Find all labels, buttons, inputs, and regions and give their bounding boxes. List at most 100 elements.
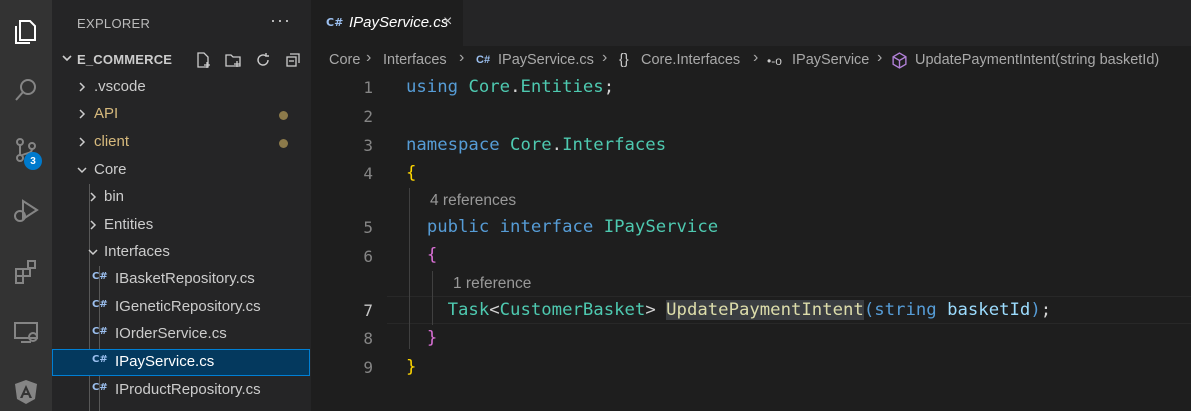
codelens-references[interactable]: 4 references: [430, 192, 516, 210]
breadcrumb-item[interactable]: Core.Interfaces: [641, 52, 740, 68]
explorer-sidebar: EXPLORER ··· E_COMMERCE .vscode API clie…: [52, 0, 311, 411]
breadcrumb-item[interactable]: Interfaces: [383, 52, 447, 68]
tree-item-iorderservice[interactable]: C# IOrderService.cs: [52, 321, 310, 348]
code-line-9[interactable]: }: [406, 357, 416, 377]
chevron-down-icon: [88, 249, 98, 256]
keyword: using: [406, 77, 459, 97]
csharp-file-icon: C#: [92, 271, 108, 282]
extensions-icon[interactable]: [0, 248, 52, 296]
line-number: 8: [363, 329, 373, 348]
tree-item-api[interactable]: API: [52, 101, 310, 128]
line-number: 9: [363, 358, 373, 377]
line-number: 3: [363, 136, 373, 155]
tree-item-igeneticrepository[interactable]: C# IGeneticRepository.cs: [52, 294, 310, 321]
punctuation: ;: [603, 77, 615, 97]
breadcrumb-item[interactable]: UpdatePaymentIntent(string basketId): [915, 52, 1159, 68]
brace: }: [426, 328, 438, 348]
interface-icon: •-o: [767, 54, 782, 68]
chevron-down-icon: [62, 55, 72, 62]
code-line-5[interactable]: public interface IPayService: [406, 217, 718, 237]
more-actions-icon[interactable]: ···: [270, 10, 291, 31]
csharp-file-icon: C#: [92, 354, 108, 365]
angular-icon[interactable]: [0, 368, 52, 411]
tree-item-interfaces[interactable]: Interfaces: [52, 239, 310, 266]
punctuation: >: [645, 300, 656, 320]
tree-item-label: bin: [104, 188, 125, 205]
paren: (: [863, 300, 875, 320]
keyword: public: [426, 217, 490, 237]
namespace-icon: {}: [619, 52, 629, 68]
tree-item-label: API: [94, 105, 119, 122]
code-line-7[interactable]: Task<CustomerBasket> UpdatePaymentIntent…: [406, 300, 1051, 320]
code-line-6[interactable]: {: [406, 245, 437, 265]
namespace-token: Core: [468, 77, 511, 97]
close-icon[interactable]: ×: [443, 13, 452, 31]
tree-item-label: Core: [94, 161, 127, 178]
csharp-file-icon: C#: [92, 299, 108, 310]
new-file-icon[interactable]: [192, 49, 214, 71]
line-number: 4: [363, 164, 373, 183]
csharp-file-icon: C#: [92, 382, 108, 393]
chevron-right-icon: [90, 220, 97, 230]
chevron-right-icon: ›: [877, 49, 883, 66]
code-line-3[interactable]: namespace Core.Interfaces: [406, 135, 666, 155]
chevron-right-icon: [79, 109, 86, 119]
indent-guide: [409, 188, 410, 349]
explorer-icon[interactable]: [0, 8, 52, 56]
search-icon[interactable]: [0, 66, 52, 114]
method-name: UpdatePaymentIntent: [666, 300, 864, 320]
tree-item-label: Interfaces: [104, 243, 170, 260]
csharp-file-icon: C#: [326, 16, 344, 29]
method-cube-icon: [892, 52, 907, 69]
csharp-file-icon: C#: [476, 54, 491, 66]
collapse-all-icon[interactable]: [282, 49, 304, 71]
tree-item-label: IProductRepository.cs: [115, 381, 261, 398]
modified-dot: [279, 139, 288, 148]
line-number: 2: [363, 107, 373, 126]
remote-explorer-icon[interactable]: [0, 308, 52, 356]
breadcrumb-item[interactable]: IPayService.cs: [498, 52, 594, 68]
activity-bar: 3: [0, 0, 52, 411]
tree-item-label: .vscode: [94, 78, 146, 95]
tree-item-ibasketrepository[interactable]: C# IBasketRepository.cs: [52, 266, 310, 293]
tree-item-label: Entities: [104, 216, 154, 233]
tree-item-iproductrepository[interactable]: C# IProductRepository.cs: [52, 377, 310, 404]
tab-ipayservice[interactable]: C# IPayService.cs ×: [311, 0, 463, 46]
code-line-8[interactable]: }: [406, 328, 437, 348]
line-number: 5: [363, 218, 373, 237]
codelens-references[interactable]: 1 reference: [453, 275, 531, 293]
code-line-1[interactable]: using Core.Entities;: [406, 77, 614, 97]
refresh-icon[interactable]: [252, 49, 274, 71]
punctuation: <: [489, 300, 500, 320]
tree-item-bin[interactable]: bin: [52, 184, 310, 211]
tree-item-label: IBasketRepository.cs: [115, 270, 255, 287]
keyword: namespace: [406, 135, 500, 155]
parameter-name: basketId: [947, 300, 1031, 320]
tree-item-ipayservice[interactable]: C# IPayService.cs: [52, 349, 310, 376]
type-name: CustomerBasket: [499, 300, 646, 320]
breadcrumb: Core › Interfaces › C# IPayService.cs › …: [311, 46, 1191, 74]
tree-item-vscode[interactable]: .vscode: [52, 74, 310, 101]
modified-dot: [279, 111, 288, 120]
sidebar-title: EXPLORER: [77, 16, 151, 31]
tree-item-core[interactable]: Core: [52, 157, 310, 184]
tree-item-label: IGeneticRepository.cs: [115, 298, 261, 315]
brace: {: [426, 245, 438, 265]
workspace-section-header[interactable]: E_COMMERCE: [52, 46, 311, 73]
tab-label: IPayService.cs: [349, 14, 449, 31]
chevron-right-icon: ›: [366, 49, 372, 66]
tree-item-client[interactable]: client: [52, 129, 310, 156]
source-control-icon[interactable]: 3: [0, 126, 52, 174]
paren: ): [1030, 300, 1041, 320]
brace: }: [406, 357, 417, 377]
code-line-4[interactable]: {: [406, 163, 416, 183]
new-folder-icon[interactable]: [222, 49, 244, 71]
run-debug-icon[interactable]: [0, 186, 52, 234]
line-number: 7: [363, 301, 373, 320]
breadcrumb-item[interactable]: Core: [329, 52, 360, 68]
breadcrumb-item[interactable]: IPayService: [792, 52, 869, 68]
punctuation: .: [551, 135, 563, 155]
tab-bar: C# IPayService.cs ×: [311, 0, 1191, 46]
tree-item-entities[interactable]: Entities: [52, 212, 310, 239]
chevron-down-icon: [77, 167, 87, 174]
